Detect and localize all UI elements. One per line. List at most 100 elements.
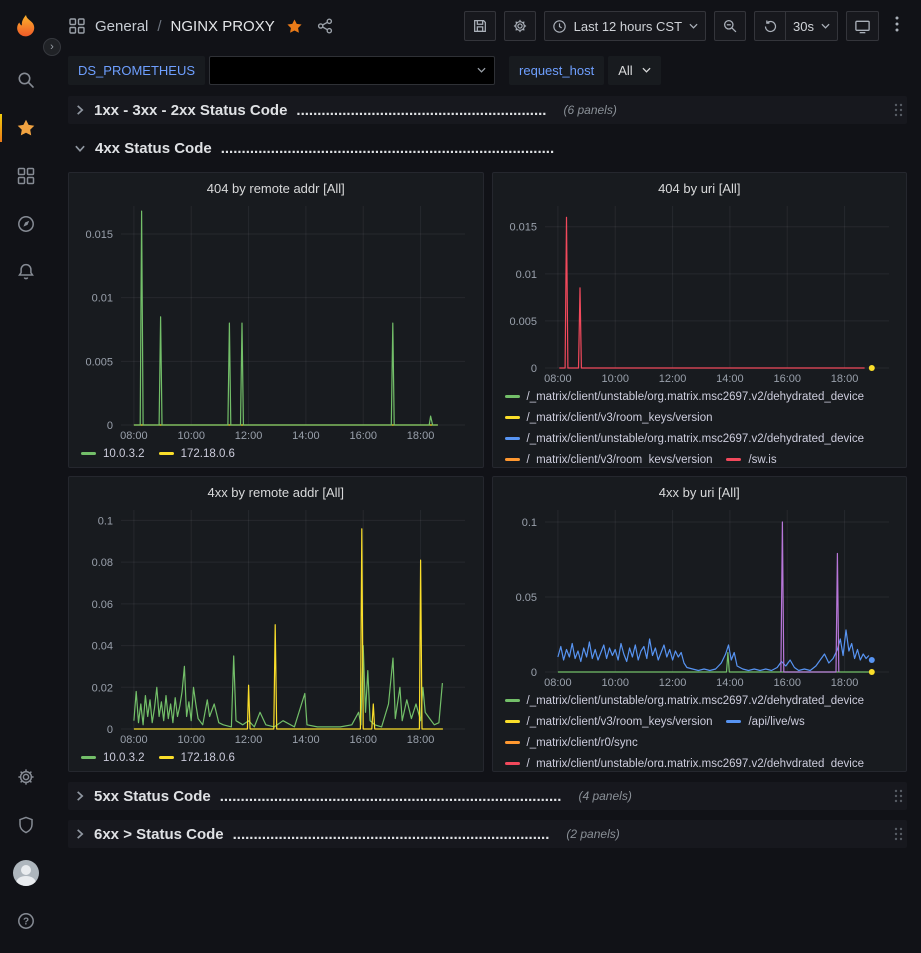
row-4xx-status-code: 4xx Status Code ........................… [68,134,907,162]
legend-series-color [505,720,520,723]
legend-item[interactable]: /_matrix/client/v3/room_keys/version [505,712,713,731]
svg-text:0.08: 0.08 [92,557,113,569]
legend-item[interactable]: 10.0.3.2 [81,748,145,767]
legend-series-color [505,395,520,398]
sidebar: › [0,0,52,953]
favorite-star-button[interactable] [284,16,305,37]
legend-series-color [81,452,96,455]
panel-title[interactable]: 404 by remote addr [All] [77,178,475,200]
sidebar-item-admin[interactable] [0,801,52,849]
sidebar-item-profile[interactable] [0,849,52,897]
legend-item[interactable]: /_matrix/client/unstable/org.matrix.msc2… [505,754,865,767]
chart-legend: 10.0.3.2 172.18.0.6 [77,746,475,767]
refresh-interval-dropdown[interactable]: 30s [785,11,838,41]
breadcrumb-section[interactable]: General [95,18,148,35]
sidebar-item-help[interactable]: ? [0,897,52,945]
chart-legend: /_matrix/client/unstable/org.matrix.msc2… [501,689,899,767]
chart-404-by-uri[interactable]: 08:0010:0012:0014:0016:0018:0000.0050.01… [501,200,899,385]
legend-item[interactable]: /_matrix/client/r0/sync [505,733,638,752]
variable-select-request-host[interactable]: All [608,56,660,85]
svg-text:16:00: 16:00 [773,677,801,689]
cycle-view-mode-button[interactable] [846,11,879,41]
svg-text:14:00: 14:00 [292,734,320,746]
search-icon [16,70,36,90]
row-drag-handle[interactable] [889,826,907,842]
svg-text:0: 0 [530,667,536,679]
row-expand-toggle[interactable]: 5xx Status Code ........................… [68,788,889,805]
row-collapse-toggle[interactable]: 4xx Status Code ........................… [68,140,907,157]
dashboard-settings-button[interactable] [504,11,536,41]
legend-series-label: /_matrix/client/unstable/org.matrix.msc2… [527,433,865,445]
legend-series-color [505,762,520,765]
time-range-picker[interactable]: Last 12 hours CST [544,11,706,41]
sidebar-item-explore[interactable] [0,200,52,248]
grafana-logo[interactable] [11,12,41,42]
legend-item[interactable]: /_matrix/client/unstable/org.matrix.msc2… [505,691,865,710]
save-icon [472,18,488,34]
legend-series-label: 172.18.0.6 [181,448,235,460]
legend-series-label: 10.0.3.2 [103,752,145,764]
legend-item[interactable]: /_matrix/client/unstable/org.matrix.msc2… [505,387,865,406]
row-drag-handle[interactable] [889,788,907,804]
legend-item[interactable]: /_matrix/client/unstable/org.matrix.msc2… [505,429,865,448]
chevron-right-icon [74,828,85,840]
row-drag-handle[interactable] [889,102,907,118]
chart-404-by-remote-addr[interactable]: 08:0010:0012:0014:0016:0018:0000.0050.01… [77,200,475,442]
legend-item[interactable]: 172.18.0.6 [159,748,235,767]
avatar [13,860,39,886]
legend-series-color [505,458,520,461]
sidebar-item-settings[interactable] [0,753,52,801]
svg-text:0: 0 [107,420,113,432]
legend-item[interactable]: /_matrix/client/v3/room_keys/version [505,408,713,427]
refresh-icon [763,19,778,34]
legend-item[interactable]: /api/live/ws [726,712,804,731]
legend-item[interactable]: 10.0.3.2 [81,444,145,463]
legend-item[interactable]: /_matrix/client/v3/room_keys/version [505,450,713,463]
row-expand-toggle[interactable]: 6xx > Status Code ......................… [68,826,889,843]
svg-text:0.005: 0.005 [509,316,537,328]
legend-item[interactable]: /sw.js [726,450,776,463]
svg-text:18:00: 18:00 [407,734,435,746]
refresh-button[interactable] [754,11,786,41]
chevron-down-icon [642,67,651,73]
drag-dots-icon [893,826,903,842]
share-alt-icon [316,17,334,35]
chart-4xx-by-uri[interactable]: 08:0010:0012:0014:0016:0018:0000.050.1 [501,504,899,689]
apps-grid-icon[interactable] [68,17,86,35]
zoom-out-time-button[interactable] [714,11,746,41]
svg-text:18:00: 18:00 [830,677,858,689]
row-title: 5xx Status Code [94,788,211,805]
sidebar-item-search[interactable] [0,56,52,104]
row-expand-toggle[interactable]: 1xx - 3xx - 2xx Status Code ............… [68,102,889,119]
svg-text:12:00: 12:00 [658,677,686,689]
clock-icon [552,19,567,34]
sidebar-item-dashboards[interactable] [0,152,52,200]
sidebar-expand-button[interactable]: › [43,38,61,56]
row-panel-count: (2 panels) [566,827,619,841]
svg-text:10:00: 10:00 [177,734,205,746]
chart-4xx-by-remote-addr[interactable]: 08:0010:0012:0014:0016:0018:0000.020.040… [77,504,475,746]
legend-series-label: /_matrix/client/v3/room_keys/version [527,412,713,424]
magnifier-minus-icon [722,18,738,34]
sidebar-item-starred[interactable] [0,104,52,152]
sidebar-item-alerting[interactable] [0,248,52,296]
chevron-down-icon [689,23,698,29]
gear-icon [512,18,528,34]
legend-series-label: /_matrix/client/r0/sync [527,737,638,749]
svg-text:?: ? [23,917,29,928]
legend-series-label: /api/live/ws [748,716,804,728]
panel-title[interactable]: 4xx by remote addr [All] [77,482,475,504]
panel-title[interactable]: 4xx by uri [All] [501,482,899,504]
chevron-right-icon [74,790,85,802]
share-button[interactable] [314,15,336,37]
panel-title[interactable]: 404 by uri [All] [501,178,899,200]
svg-text:08:00: 08:00 [544,373,572,385]
breadcrumb-dashboard-title[interactable]: NGINX PROXY [171,18,275,35]
legend-item[interactable]: 172.18.0.6 [159,444,235,463]
kebab-menu-button[interactable] [887,16,907,37]
legend-series-color [505,416,520,419]
save-dashboard-button[interactable] [464,11,496,41]
chart-legend: 10.0.3.2 172.18.0.6 [77,442,475,463]
variable-select-ds[interactable] [209,56,495,85]
panels-grid: 404 by remote addr [All] 08:0010:0012:00… [68,172,907,772]
